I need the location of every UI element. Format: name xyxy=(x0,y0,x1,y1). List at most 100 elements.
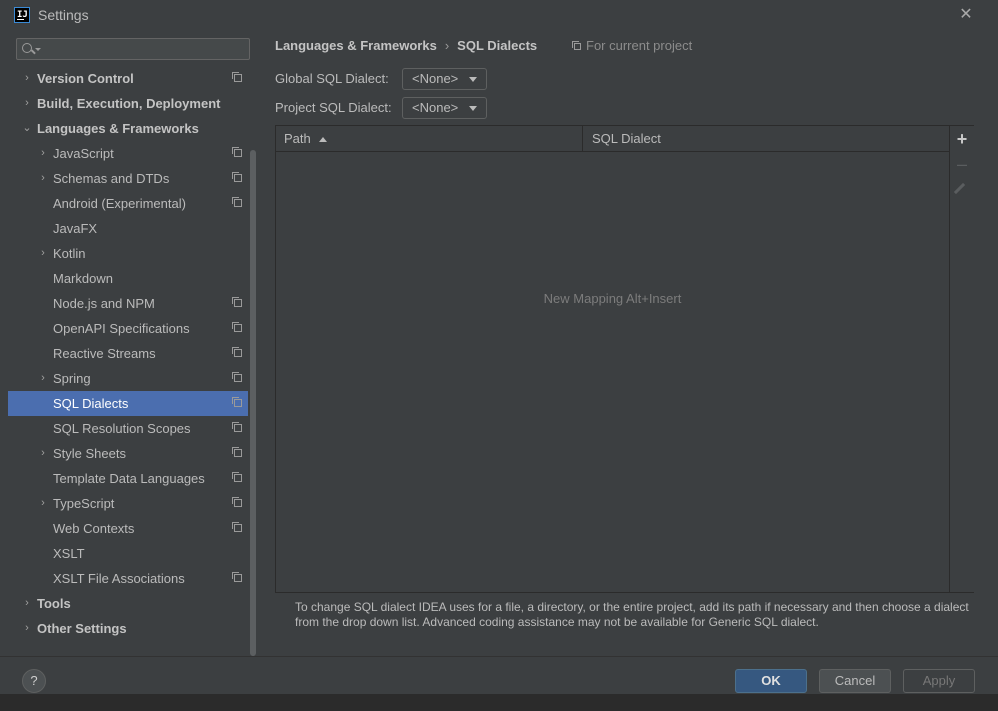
project-dialect-row: Project SQL Dialect: <None> xyxy=(275,97,487,119)
sidebar-item-label: Schemas and DTDs xyxy=(53,171,170,186)
sidebar-item-openapi-specifications[interactable]: OpenAPI Specifications xyxy=(8,316,248,341)
chevron-right-icon[interactable]: › xyxy=(22,91,32,116)
sidebar-item-label: JavaFX xyxy=(53,221,98,236)
sidebar-item-label: Reactive Streams xyxy=(53,346,156,361)
sidebar-item-label: Style Sheets xyxy=(53,446,126,461)
project-scope-icon xyxy=(232,447,242,457)
sidebar-item-sql-dialects[interactable]: SQL Dialects xyxy=(8,391,248,416)
project-scope-icon xyxy=(232,372,242,382)
sidebar-item-javafx[interactable]: JavaFX xyxy=(8,216,248,241)
mapping-table: Path SQL Dialect New Mapping Alt+Insert … xyxy=(275,125,974,593)
chevron-down-icon xyxy=(469,77,477,82)
project-scope-icon xyxy=(232,347,242,357)
help-hint-text: To change SQL dialect IDEA uses for a fi… xyxy=(295,600,969,629)
project-dialect-label: Project SQL Dialect: xyxy=(275,100,392,115)
sidebar-item-label: OpenAPI Specifications xyxy=(53,321,190,336)
sidebar-item-label: Web Contexts xyxy=(53,521,135,536)
apply-button[interactable]: Apply xyxy=(903,669,975,693)
chevron-down-icon xyxy=(469,106,477,111)
sidebar-item-kotlin[interactable]: › Kotlin xyxy=(8,241,248,266)
sidebar-item-version-control[interactable]: › Version Control xyxy=(8,66,248,91)
chevron-right-icon[interactable]: › xyxy=(22,616,32,641)
breadcrumb-item-languages-frameworks[interactable]: Languages & Frameworks xyxy=(275,38,437,53)
project-scope-icon xyxy=(232,497,242,507)
settings-sidebar: › Version Control › Build, Execution, Deplo… xyxy=(8,30,258,656)
table-header: Path SQL Dialect xyxy=(276,126,949,152)
column-header-sql-dialect[interactable]: SQL Dialect xyxy=(584,126,948,151)
sidebar-item-node-js-and-npm[interactable]: Node.js and NPM xyxy=(8,291,248,316)
search-icon xyxy=(22,43,41,53)
sidebar-item-build-execution-deployment[interactable]: › Build, Execution, Deployment xyxy=(8,91,248,116)
chevron-right-icon[interactable]: › xyxy=(38,366,48,391)
chevron-right-icon[interactable]: › xyxy=(22,66,32,91)
chevron-right-icon[interactable]: › xyxy=(38,441,48,466)
chevron-down-icon[interactable]: ⌄ xyxy=(22,116,32,141)
project-scope-icon xyxy=(232,297,242,307)
search-input[interactable] xyxy=(16,38,250,60)
cancel-button[interactable]: Cancel xyxy=(819,669,891,693)
sidebar-item-template-data-languages[interactable]: Template Data Languages xyxy=(8,466,248,491)
chevron-right-icon[interactable]: › xyxy=(22,591,32,616)
add-icon[interactable]: + xyxy=(950,127,974,151)
sidebar-item-sql-resolution-scopes[interactable]: SQL Resolution Scopes xyxy=(8,416,248,441)
breadcrumb-item-sql-dialects: SQL Dialects xyxy=(457,38,538,53)
scope-note: For current project xyxy=(572,38,693,53)
sidebar-item-other-settings[interactable]: › Other Settings xyxy=(8,616,248,641)
ok-button[interactable]: OK xyxy=(735,669,807,693)
sidebar-item-label: Spring xyxy=(53,371,91,386)
edit-icon[interactable] xyxy=(950,177,974,201)
sidebar-item-xslt[interactable]: XSLT xyxy=(8,541,248,566)
help-button[interactable]: ? xyxy=(22,669,46,693)
close-icon[interactable]: ✕ xyxy=(956,5,976,25)
background-editor-strip xyxy=(0,693,998,711)
chevron-right-icon[interactable]: › xyxy=(38,166,48,191)
sidebar-item-markdown[interactable]: Markdown xyxy=(8,266,248,291)
project-dialect-value: <None> xyxy=(412,100,459,115)
sidebar-item-spring[interactable]: › Spring xyxy=(8,366,248,391)
project-scope-icon xyxy=(232,72,242,82)
breadcrumb: Languages & Frameworks › SQL Dialects xyxy=(275,38,537,56)
title-bar: IJ Settings ✕ xyxy=(0,0,998,30)
sidebar-item-typescript[interactable]: › TypeScript xyxy=(8,491,248,516)
sidebar-item-style-sheets[interactable]: › Style Sheets xyxy=(8,441,248,466)
sql-dialects-panel: Languages & Frameworks › SQL Dialects For … xyxy=(258,30,990,656)
sidebar-item-label: Tools xyxy=(37,596,71,611)
sidebar-item-web-contexts[interactable]: Web Contexts xyxy=(8,516,248,541)
sidebar-scrollbar[interactable] xyxy=(250,150,256,656)
project-scope-icon xyxy=(232,397,242,407)
column-header-path-label: Path xyxy=(284,131,311,146)
sidebar-item-label: Node.js and NPM xyxy=(53,296,155,311)
sidebar-item-schemas-and-dtds[interactable]: › Schemas and DTDs xyxy=(8,166,248,191)
remove-icon[interactable]: – xyxy=(950,152,974,176)
sidebar-item-label: TypeScript xyxy=(53,496,115,511)
chevron-right-icon[interactable]: › xyxy=(38,491,48,516)
project-scope-icon xyxy=(232,172,242,182)
sidebar-item-label: XSLT File Associations xyxy=(53,571,185,586)
project-scope-icon xyxy=(232,422,242,432)
sidebar-item-reactive-streams[interactable]: Reactive Streams xyxy=(8,341,248,366)
sidebar-item-tools[interactable]: › Tools xyxy=(8,591,248,616)
project-dialect-dropdown[interactable]: <None> xyxy=(402,97,487,119)
sidebar-item-label: Markdown xyxy=(53,271,113,286)
sidebar-item-label: JavaScript xyxy=(53,146,114,161)
breadcrumb-separator: › xyxy=(444,38,450,53)
scope-note-text: For current project xyxy=(586,38,693,53)
window-title: Settings xyxy=(38,7,89,23)
sidebar-item-label: Template Data Languages xyxy=(53,471,205,486)
sidebar-item-javascript[interactable]: › JavaScript xyxy=(8,141,248,166)
sidebar-item-languages-frameworks[interactable]: ⌄ Languages & Frameworks xyxy=(8,116,248,141)
project-scope-icon xyxy=(232,522,242,532)
project-scope-icon xyxy=(232,572,242,582)
sidebar-item-label: Kotlin xyxy=(53,246,86,261)
global-dialect-dropdown[interactable]: <None> xyxy=(402,68,487,90)
sidebar-item-label: Android (Experimental) xyxy=(53,196,186,211)
column-header-path[interactable]: Path xyxy=(276,126,583,151)
chevron-right-icon[interactable]: › xyxy=(38,141,48,166)
settings-dialog: IJ Settings ✕ › Version Control › Build, Ex… xyxy=(0,0,998,694)
intellij-app-icon: IJ xyxy=(14,7,30,23)
chevron-right-icon[interactable]: › xyxy=(38,241,48,266)
table-empty-text[interactable]: New Mapping Alt+Insert xyxy=(276,291,949,306)
sidebar-item-label: Version Control xyxy=(37,71,134,86)
sidebar-item-xslt-file-associations[interactable]: XSLT File Associations xyxy=(8,566,248,591)
sidebar-item-android-experimental[interactable]: Android (Experimental) xyxy=(8,191,248,216)
